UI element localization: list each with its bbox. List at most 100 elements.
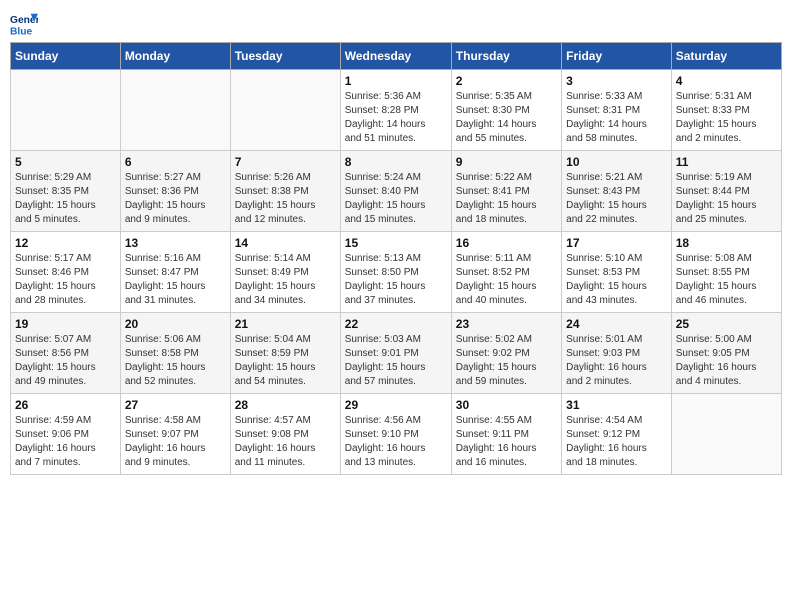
day-cell: 4 Sunrise: 5:31 AM Sunset: 8:33 PM Daylig…: [671, 70, 781, 151]
day-number: 24: [566, 317, 667, 331]
day-number: 15: [345, 236, 447, 250]
day-cell: [11, 70, 121, 151]
day-number: 5: [15, 155, 116, 169]
day-info: Sunrise: 5:29 AM Sunset: 8:35 PM Dayligh…: [15, 171, 116, 227]
day-cell: 11Sunrise: 5:19 AM Sunset: 8:44 PM Dayli…: [671, 151, 781, 232]
column-header-saturday: Saturday: [671, 43, 781, 70]
day-number: 29: [345, 398, 447, 412]
day-number: 20: [125, 317, 226, 331]
day-info: Sunrise: 4:54 AM Sunset: 9:12 PM Dayligh…: [566, 414, 667, 470]
day-cell: 18Sunrise: 5:08 AM Sunset: 8:55 PM Dayli…: [671, 232, 781, 313]
day-number: 2: [456, 74, 557, 88]
day-cell: 10 Sunrise: 5:21 AM Sunset: 8:43 PM Dayli…: [562, 151, 672, 232]
day-number: 9: [456, 155, 557, 169]
week-row-1: 1Sunrise: 5:36 AM Sunset: 8:28 PM Daylig…: [11, 70, 782, 151]
calendar-table: SundayMondayTuesdayWednesdayThursdayFrid…: [10, 42, 782, 475]
day-number: 18: [676, 236, 777, 250]
week-row-2: 5 Sunrise: 5:29 AM Sunset: 8:35 PM Daylig…: [11, 151, 782, 232]
day-info: Sunrise: 5:11 AM Sunset: 8:52 PM Dayligh…: [456, 252, 557, 308]
day-cell: 14 Sunrise: 5:14 AM Sunset: 8:49 PM Dayli…: [230, 232, 340, 313]
day-cell: [120, 70, 230, 151]
day-info: Sunrise: 5:35 AM Sunset: 8:30 PM Dayligh…: [456, 90, 557, 146]
day-cell: 9 Sunrise: 5:22 AM Sunset: 8:41 PM Daylig…: [451, 151, 561, 232]
day-number: 19: [15, 317, 116, 331]
day-cell: [671, 394, 781, 475]
day-info: Sunrise: 5:16 AM Sunset: 8:47 PM Dayligh…: [125, 252, 226, 308]
day-info: Sunrise: 5:24 AM Sunset: 8:40 PM Dayligh…: [345, 171, 447, 227]
day-cell: 17 Sunrise: 5:10 AM Sunset: 8:53 PM Dayli…: [562, 232, 672, 313]
day-info: Sunrise: 5:07 AM Sunset: 8:56 PM Dayligh…: [15, 333, 116, 389]
day-number: 28: [235, 398, 336, 412]
day-number: 7: [235, 155, 336, 169]
day-info: Sunrise: 5:04 AM Sunset: 8:59 PM Dayligh…: [235, 333, 336, 389]
day-number: 1: [345, 74, 447, 88]
day-info: Sunrise: 5:31 AM Sunset: 8:33 PM Dayligh…: [676, 90, 777, 146]
day-number: 16: [456, 236, 557, 250]
day-number: 26: [15, 398, 116, 412]
day-info: Sunrise: 5:26 AM Sunset: 8:38 PM Dayligh…: [235, 171, 336, 227]
day-info: Sunrise: 5:21 AM Sunset: 8:43 PM Dayligh…: [566, 171, 667, 227]
day-info: Sunrise: 5:03 AM Sunset: 9:01 PM Dayligh…: [345, 333, 447, 389]
day-cell: 15 Sunrise: 5:13 AM Sunset: 8:50 PM Dayli…: [340, 232, 451, 313]
day-cell: 29 Sunrise: 4:56 AM Sunset: 9:10 PM Dayli…: [340, 394, 451, 475]
column-header-tuesday: Tuesday: [230, 43, 340, 70]
day-number: 8: [345, 155, 447, 169]
day-number: 11: [676, 155, 777, 169]
day-info: Sunrise: 5:14 AM Sunset: 8:49 PM Dayligh…: [235, 252, 336, 308]
day-number: 12: [15, 236, 116, 250]
day-cell: 24Sunrise: 5:01 AM Sunset: 9:03 PM Dayli…: [562, 313, 672, 394]
day-info: Sunrise: 5:13 AM Sunset: 8:50 PM Dayligh…: [345, 252, 447, 308]
day-number: 22: [345, 317, 447, 331]
day-info: Sunrise: 4:56 AM Sunset: 9:10 PM Dayligh…: [345, 414, 447, 470]
column-header-monday: Monday: [120, 43, 230, 70]
day-cell: 16 Sunrise: 5:11 AM Sunset: 8:52 PM Dayli…: [451, 232, 561, 313]
week-row-5: 26 Sunrise: 4:59 AM Sunset: 9:06 PM Dayli…: [11, 394, 782, 475]
day-info: Sunrise: 4:59 AM Sunset: 9:06 PM Dayligh…: [15, 414, 116, 470]
day-info: Sunrise: 5:10 AM Sunset: 8:53 PM Dayligh…: [566, 252, 667, 308]
day-info: Sunrise: 5:00 AM Sunset: 9:05 PM Dayligh…: [676, 333, 777, 389]
day-cell: 3 Sunrise: 5:33 AM Sunset: 8:31 PM Daylig…: [562, 70, 672, 151]
day-cell: 12 Sunrise: 5:17 AM Sunset: 8:46 PM Dayli…: [11, 232, 121, 313]
day-cell: 27 Sunrise: 4:58 AM Sunset: 9:07 PM Dayli…: [120, 394, 230, 475]
day-number: 14: [235, 236, 336, 250]
day-cell: 30 Sunrise: 4:55 AM Sunset: 9:11 PM Dayli…: [451, 394, 561, 475]
day-info: Sunrise: 5:06 AM Sunset: 8:58 PM Dayligh…: [125, 333, 226, 389]
day-cell: 5 Sunrise: 5:29 AM Sunset: 8:35 PM Daylig…: [11, 151, 121, 232]
day-info: Sunrise: 5:27 AM Sunset: 8:36 PM Dayligh…: [125, 171, 226, 227]
day-info: Sunrise: 5:33 AM Sunset: 8:31 PM Dayligh…: [566, 90, 667, 146]
day-number: 30: [456, 398, 557, 412]
day-cell: 6Sunrise: 5:27 AM Sunset: 8:36 PM Daylig…: [120, 151, 230, 232]
day-cell: 13Sunrise: 5:16 AM Sunset: 8:47 PM Dayli…: [120, 232, 230, 313]
day-cell: 8 Sunrise: 5:24 AM Sunset: 8:40 PM Daylig…: [340, 151, 451, 232]
day-number: 27: [125, 398, 226, 412]
day-number: 31: [566, 398, 667, 412]
day-info: Sunrise: 5:22 AM Sunset: 8:41 PM Dayligh…: [456, 171, 557, 227]
day-info: Sunrise: 4:57 AM Sunset: 9:08 PM Dayligh…: [235, 414, 336, 470]
day-info: Sunrise: 4:58 AM Sunset: 9:07 PM Dayligh…: [125, 414, 226, 470]
page-header: General Blue: [10, 10, 782, 38]
day-cell: [230, 70, 340, 151]
logo: General Blue: [10, 10, 42, 38]
day-number: 25: [676, 317, 777, 331]
day-cell: 19 Sunrise: 5:07 AM Sunset: 8:56 PM Dayli…: [11, 313, 121, 394]
day-number: 17: [566, 236, 667, 250]
column-header-thursday: Thursday: [451, 43, 561, 70]
day-number: 4: [676, 74, 777, 88]
day-cell: 22 Sunrise: 5:03 AM Sunset: 9:01 PM Dayli…: [340, 313, 451, 394]
column-header-sunday: Sunday: [11, 43, 121, 70]
logo-icon: General Blue: [10, 10, 38, 38]
calendar-header-row: SundayMondayTuesdayWednesdayThursdayFrid…: [11, 43, 782, 70]
day-number: 3: [566, 74, 667, 88]
day-info: Sunrise: 5:02 AM Sunset: 9:02 PM Dayligh…: [456, 333, 557, 389]
week-row-3: 12 Sunrise: 5:17 AM Sunset: 8:46 PM Dayli…: [11, 232, 782, 313]
week-row-4: 19 Sunrise: 5:07 AM Sunset: 8:56 PM Dayli…: [11, 313, 782, 394]
day-number: 23: [456, 317, 557, 331]
day-info: Sunrise: 4:55 AM Sunset: 9:11 PM Dayligh…: [456, 414, 557, 470]
day-cell: 25 Sunrise: 5:00 AM Sunset: 9:05 PM Dayli…: [671, 313, 781, 394]
day-cell: 21Sunrise: 5:04 AM Sunset: 8:59 PM Dayli…: [230, 313, 340, 394]
day-number: 10: [566, 155, 667, 169]
day-cell: 7 Sunrise: 5:26 AM Sunset: 8:38 PM Daylig…: [230, 151, 340, 232]
day-cell: 23 Sunrise: 5:02 AM Sunset: 9:02 PM Dayli…: [451, 313, 561, 394]
day-info: Sunrise: 5:17 AM Sunset: 8:46 PM Dayligh…: [15, 252, 116, 308]
day-cell: 20 Sunrise: 5:06 AM Sunset: 8:58 PM Dayli…: [120, 313, 230, 394]
